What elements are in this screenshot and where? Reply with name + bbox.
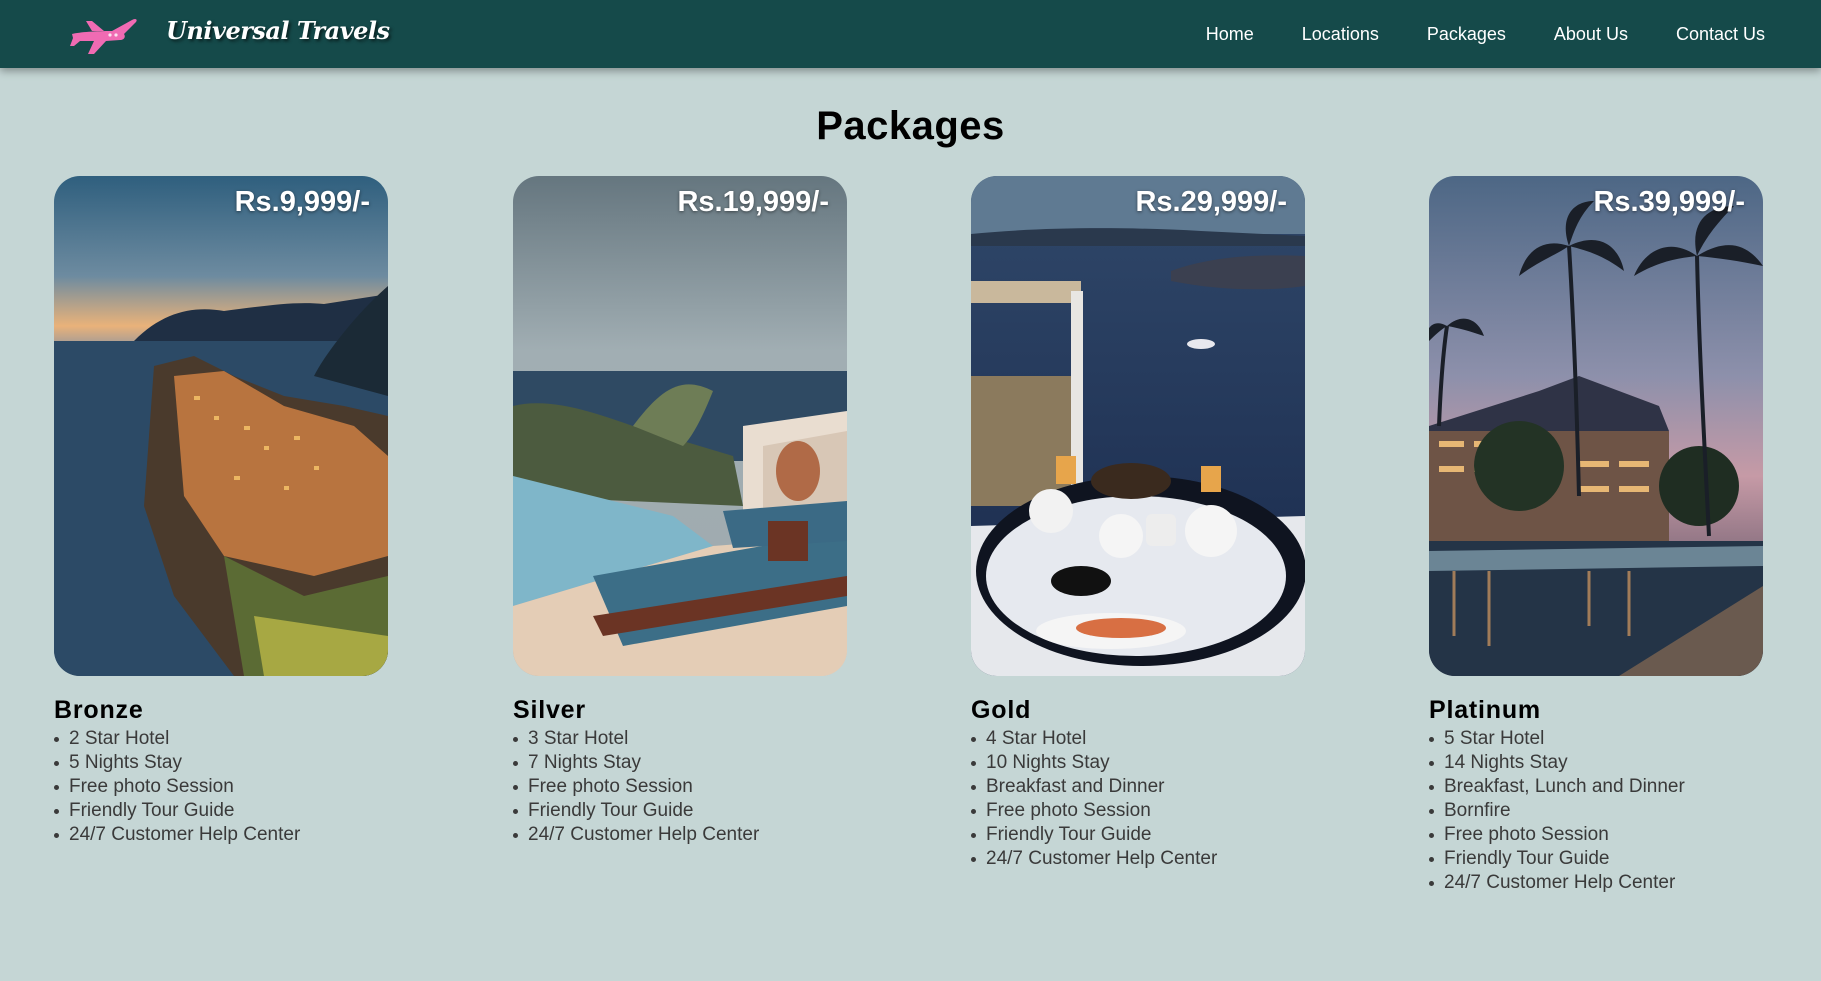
airplane-icon[interactable] [66, 12, 138, 56]
feature-list: 5 Star Hotel 14 Nights Stay Breakfast, L… [1429, 727, 1763, 895]
coastal-village-photo [54, 176, 388, 676]
package-image-bronze[interactable]: Rs.9,999/- [54, 176, 388, 676]
navbar: Universal Travels Home Locations Package… [0, 0, 1821, 68]
nav-menu: Home Locations Packages About Us Contact… [1206, 0, 1765, 68]
feature-item: 5 Star Hotel [1429, 727, 1763, 751]
package-card-bronze: Rs.9,999/- Bronze 2 Star Hotel 5 Nights … [54, 176, 388, 847]
feature-item: Free photo Session [1429, 823, 1763, 847]
feature-item: Breakfast and Dinner [971, 775, 1305, 799]
package-image-platinum[interactable]: Rs.39,999/- [1429, 176, 1763, 676]
infinity-pool-photo [513, 176, 847, 676]
feature-item: Friendly Tour Guide [971, 823, 1305, 847]
feature-item: Friendly Tour Guide [1429, 847, 1763, 871]
feature-list: 3 Star Hotel 7 Nights Stay Free photo Se… [513, 727, 847, 847]
feature-item: 24/7 Customer Help Center [1429, 871, 1763, 895]
page-title: Packages [816, 104, 1005, 148]
feature-item: 7 Nights Stay [513, 751, 847, 775]
package-image-silver[interactable]: Rs.19,999/- [513, 176, 847, 676]
feature-item: 4 Star Hotel [971, 727, 1305, 751]
feature-item: 5 Nights Stay [54, 751, 388, 775]
breakfast-sea-photo [971, 176, 1305, 676]
feature-item: 24/7 Customer Help Center [513, 823, 847, 847]
brand-name[interactable]: Universal Travels [166, 16, 390, 45]
palm-resort-photo [1429, 176, 1763, 676]
package-card-silver: Rs.19,999/- Silver 3 Star Hotel 7 Nights… [513, 176, 847, 847]
feature-item: 2 Star Hotel [54, 727, 388, 751]
feature-item: Friendly Tour Guide [54, 799, 388, 823]
package-image-gold[interactable]: Rs.29,999/- [971, 176, 1305, 676]
feature-item: 3 Star Hotel [513, 727, 847, 751]
package-tier: Platinum [1429, 696, 1541, 724]
feature-item: Free photo Session [971, 799, 1305, 823]
package-card-gold: Rs.29,999/- Gold 4 Star Hotel 10 Nights … [971, 176, 1305, 871]
nav-packages[interactable]: Packages [1427, 24, 1506, 45]
feature-item: Free photo Session [513, 775, 847, 799]
package-tier: Gold [971, 696, 1032, 724]
feature-item: 14 Nights Stay [1429, 751, 1763, 775]
nav-about-us[interactable]: About Us [1554, 24, 1628, 45]
package-price: Rs.29,999/- [1135, 186, 1287, 218]
feature-item: 24/7 Customer Help Center [54, 823, 388, 847]
feature-item: Breakfast, Lunch and Dinner [1429, 775, 1763, 799]
feature-item: Bornfire [1429, 799, 1763, 823]
package-price: Rs.19,999/- [677, 186, 829, 218]
feature-item: Free photo Session [54, 775, 388, 799]
nav-locations[interactable]: Locations [1302, 24, 1379, 45]
nav-home[interactable]: Home [1206, 24, 1254, 45]
package-tier: Bronze [54, 696, 144, 724]
feature-list: 2 Star Hotel 5 Nights Stay Free photo Se… [54, 727, 388, 847]
package-price: Rs.9,999/- [234, 186, 370, 218]
feature-item: Friendly Tour Guide [513, 799, 847, 823]
package-price: Rs.39,999/- [1593, 186, 1745, 218]
feature-item: 10 Nights Stay [971, 751, 1305, 775]
nav-contact-us[interactable]: Contact Us [1676, 24, 1765, 45]
package-tier: Silver [513, 696, 586, 724]
feature-list: 4 Star Hotel 10 Nights Stay Breakfast an… [971, 727, 1305, 871]
package-card-platinum: Rs.39,999/- Platinum 5 Star Hotel 14 Nig… [1429, 176, 1763, 895]
feature-item: 24/7 Customer Help Center [971, 847, 1305, 871]
